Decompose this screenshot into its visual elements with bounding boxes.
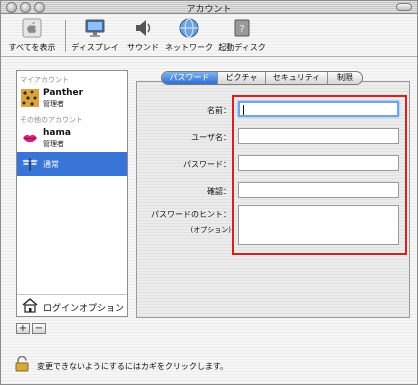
show-all-button[interactable]: すべてを表示 <box>7 17 57 53</box>
network-pref-button[interactable]: ネットワーク <box>165 17 213 53</box>
lips-icon <box>21 129 39 147</box>
lock-message: 変更できないようにするにはカギをクリックします。 <box>37 362 229 371</box>
account-role: 管理者 <box>43 140 64 148</box>
sound-label: サウンド <box>127 43 159 52</box>
name-label: 名前： <box>207 106 231 115</box>
login-options-button[interactable]: ログインオプション <box>17 295 127 317</box>
title-bar: アカウント <box>1 1 417 15</box>
other-accounts-header: その他のアカウント <box>20 116 83 124</box>
account-name: hama <box>43 128 71 138</box>
startup-disk-pref-button[interactable]: ? 起動ディスク <box>217 17 267 53</box>
account-row-hama[interactable]: hama 管理者 <box>17 126 127 150</box>
globe-icon <box>179 18 199 38</box>
display-icon <box>85 19 105 37</box>
highlight-annotation <box>232 95 407 255</box>
tab-bar: パスワード ピクチャ セキュリティ 制限 <box>161 71 363 85</box>
tab-picture[interactable]: ピクチャ <box>217 72 265 84</box>
password-label: パスワード： <box>183 160 231 169</box>
account-role: 管理者 <box>43 100 64 108</box>
show-all-label: すべてを表示 <box>8 43 56 52</box>
hint-optional-label: (オプション) <box>190 226 231 234</box>
leopard-icon <box>21 89 39 107</box>
account-name: Panther <box>43 88 84 98</box>
add-account-button[interactable]: + <box>16 323 30 334</box>
network-label: ネットワーク <box>165 43 213 52</box>
disk-icon: ? <box>234 19 250 37</box>
account-name: 通常 <box>43 160 59 169</box>
startup-disk-label: 起動ディスク <box>218 43 266 52</box>
dragonfly-icon <box>21 155 39 173</box>
toolbar: すべてを表示 ディスプレイ サウンド ネットワーク ? 起動ディスク <box>1 14 417 56</box>
apple-grid-icon <box>22 18 42 38</box>
tab-security[interactable]: セキュリティ <box>265 72 327 84</box>
account-row-selected[interactable]: 通常 <box>17 152 127 176</box>
lock-icon[interactable] <box>15 356 29 372</box>
tab-limits[interactable]: 制限 <box>327 72 362 84</box>
account-list[interactable]: マイアカウント Panther 管理者 その他のアカウント hama 管理者 通… <box>16 70 128 317</box>
accounts-window: アカウント すべてを表示 ディスプレイ サウンド ネットワーク ? 起動ディスク… <box>0 0 418 385</box>
login-options-label: ログインオプション <box>43 304 125 314</box>
username-label: ユーザ名： <box>191 133 231 142</box>
svg-text:?: ? <box>239 24 244 35</box>
sound-pref-button[interactable]: サウンド <box>123 17 163 53</box>
toolbar-separator <box>65 20 66 52</box>
display-label: ディスプレイ <box>71 43 119 52</box>
remove-account-button[interactable]: − <box>32 323 46 334</box>
tab-password[interactable]: パスワード <box>162 72 217 84</box>
house-icon <box>22 298 38 313</box>
display-pref-button[interactable]: ディスプレイ <box>71 17 119 53</box>
my-account-header: マイアカウント <box>20 76 69 84</box>
toolbar-toggle-button[interactable] <box>396 3 412 11</box>
toolbar-divider <box>1 56 417 57</box>
confirm-label: 確認： <box>207 187 231 196</box>
account-row-panther[interactable]: Panther 管理者 <box>17 86 127 110</box>
speaker-icon <box>136 20 151 36</box>
hint-label: パスワードのヒント： <box>151 210 231 219</box>
